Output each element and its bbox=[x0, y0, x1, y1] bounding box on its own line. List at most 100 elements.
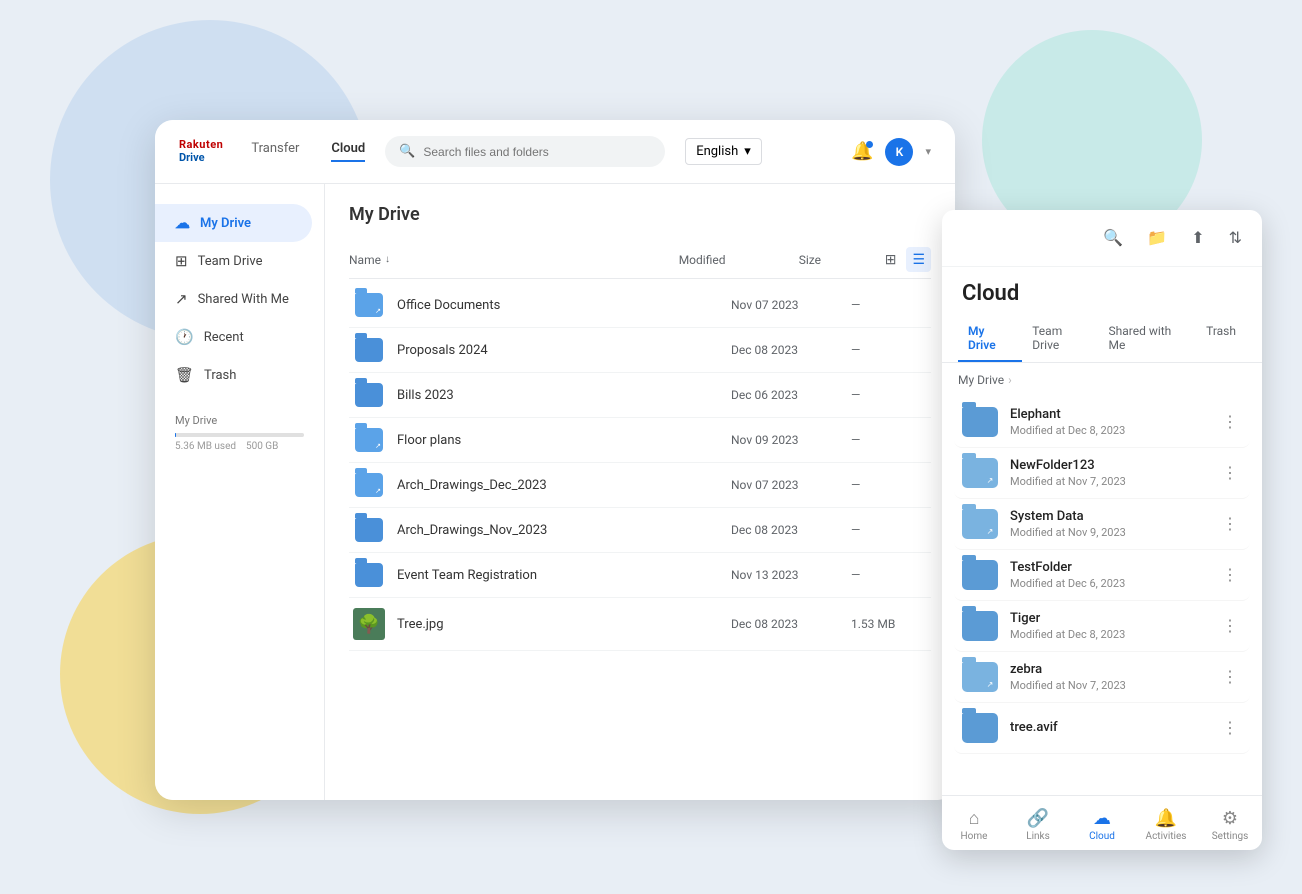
panel-file-info: TestFolder Modified at Dec 6, 2023 bbox=[998, 560, 1218, 590]
panel-tab-shared-with-me[interactable]: Shared with Me bbox=[1099, 316, 1197, 362]
file-name: Event Team Registration bbox=[389, 568, 731, 583]
list-item[interactable]: ↗ NewFolder123 Modified at Nov 7, 2023 ⋮ bbox=[954, 448, 1250, 499]
panel-folder-icon bbox=[962, 407, 998, 437]
file-icon-wrap bbox=[349, 383, 389, 407]
grid-view-button[interactable]: ⊞ bbox=[879, 247, 903, 272]
more-options-button[interactable]: ⋮ bbox=[1218, 663, 1242, 691]
panel-file-info: tree.avif bbox=[998, 720, 1218, 737]
file-name: Bills 2023 bbox=[389, 388, 731, 403]
tab-transfer[interactable]: Transfer bbox=[251, 141, 299, 162]
sidebar-label-shared: Shared With Me bbox=[198, 292, 289, 307]
sidebar-item-team-drive[interactable]: ⊞ Team Drive bbox=[155, 242, 312, 280]
table-row[interactable]: ↗ Arch_Drawings_Dec_2023 Nov 07 2023 — bbox=[349, 463, 931, 508]
file-name: Arch_Drawings_Dec_2023 bbox=[389, 478, 731, 493]
file-icon-wrap bbox=[349, 338, 389, 362]
list-view-button[interactable]: ☰ bbox=[906, 247, 931, 272]
sort-icon[interactable]: ↓ bbox=[385, 254, 390, 265]
panel-tabs: My Drive Team Drive Shared with Me Trash bbox=[942, 306, 1262, 363]
list-item[interactable]: Tiger Modified at Dec 8, 2023 ⋮ bbox=[954, 601, 1250, 652]
table-row[interactable]: ↗ Floor plans Nov 09 2023 — bbox=[349, 418, 931, 463]
panel-tab-team-drive[interactable]: Team Drive bbox=[1022, 316, 1098, 362]
file-icon-wrap: ↗ bbox=[349, 293, 389, 317]
panel-file-name: System Data bbox=[1010, 509, 1218, 524]
list-item[interactable]: ↗ System Data Modified at Nov 9, 2023 ⋮ bbox=[954, 499, 1250, 550]
logo-rakuten: Rakuten bbox=[179, 139, 223, 151]
table-row[interactable]: Event Team Registration Nov 13 2023 — bbox=[349, 553, 931, 598]
language-selector[interactable]: English ▾ bbox=[685, 138, 762, 165]
more-options-button[interactable]: ⋮ bbox=[1218, 459, 1242, 487]
user-avatar[interactable]: K bbox=[885, 138, 913, 166]
shared-icon: ↗ bbox=[175, 290, 188, 308]
search-input[interactable] bbox=[423, 145, 651, 159]
panel-file-date: Modified at Nov 7, 2023 bbox=[1010, 679, 1218, 692]
col-header-modified: Modified bbox=[679, 253, 799, 267]
more-options-button[interactable]: ⋮ bbox=[1218, 510, 1242, 538]
bottom-nav-links[interactable]: 🔗 Links bbox=[1006, 804, 1070, 846]
breadcrumb-my-drive[interactable]: My Drive bbox=[958, 373, 1004, 387]
panel-file-name: Elephant bbox=[1010, 407, 1218, 422]
file-name: Arch_Drawings_Nov_2023 bbox=[389, 523, 731, 538]
bottom-nav-home[interactable]: ⌂ Home bbox=[942, 804, 1006, 846]
file-modified: Dec 08 2023 bbox=[731, 523, 851, 537]
bottom-nav-settings[interactable]: ⚙ Settings bbox=[1198, 804, 1262, 846]
file-size: — bbox=[851, 298, 931, 312]
view-toggles: ⊞ ☰ bbox=[879, 247, 931, 272]
table-row[interactable]: Arch_Drawings_Nov_2023 Dec 08 2023 — bbox=[349, 508, 931, 553]
sidebar-item-shared-with-me[interactable]: ↗ Shared With Me bbox=[155, 280, 312, 318]
panel-file-list: Elephant Modified at Dec 8, 2023 ⋮ ↗ New… bbox=[942, 397, 1262, 795]
table-row[interactable]: 🌳 Tree.jpg Dec 08 2023 1.53 MB bbox=[349, 598, 931, 651]
home-icon: ⌂ bbox=[969, 808, 980, 829]
chevron-down-icon[interactable]: ▾ bbox=[925, 145, 931, 158]
panel-file-date: Modified at Dec 8, 2023 bbox=[1010, 628, 1218, 641]
file-icon-wrap: ↗ bbox=[349, 428, 389, 452]
notifications-button[interactable]: 🔔 bbox=[851, 141, 873, 162]
file-name: Proposals 2024 bbox=[389, 343, 731, 358]
file-size: — bbox=[851, 568, 931, 582]
more-options-button[interactable]: ⋮ bbox=[1218, 714, 1242, 742]
file-list: ↗ Office Documents Nov 07 2023 — Proposa… bbox=[349, 283, 931, 651]
panel-file-name: zebra bbox=[1010, 662, 1218, 677]
file-content: My Drive Name ↓ Modified Size ⊞ ☰ ↗ Offi… bbox=[325, 184, 955, 800]
panel-file-name: TestFolder bbox=[1010, 560, 1218, 575]
laptop-frame: Rakuten Drive Transfer Cloud 🔍 English ▾… bbox=[155, 120, 955, 800]
search-button[interactable]: 🔍 bbox=[1099, 224, 1127, 252]
cloud-icon: ☁ bbox=[1093, 808, 1111, 829]
list-item[interactable]: tree.avif ⋮ bbox=[954, 703, 1250, 754]
storage-info: My Drive 5.36 MB used 500 GB bbox=[175, 414, 304, 452]
folder-icon bbox=[355, 383, 383, 407]
panel-file-date: Modified at Dec 8, 2023 bbox=[1010, 424, 1218, 437]
col-header-name: Name ↓ bbox=[349, 253, 679, 267]
bottom-nav-cloud[interactable]: ☁ Cloud bbox=[1070, 804, 1134, 846]
folder-shared-icon: ↗ bbox=[355, 293, 383, 317]
more-options-button[interactable]: ⋮ bbox=[1218, 612, 1242, 640]
sidebar-item-my-drive[interactable]: ☁ My Drive bbox=[155, 204, 312, 242]
panel-toolbar: 🔍 📁 ⬆ ⇅ bbox=[942, 210, 1262, 267]
panel-tab-my-drive[interactable]: My Drive bbox=[958, 316, 1022, 362]
bottom-nav-activities[interactable]: 🔔 Activities bbox=[1134, 804, 1198, 846]
panel-file-date: Modified at Dec 6, 2023 bbox=[1010, 577, 1218, 590]
more-options-button[interactable]: ⋮ bbox=[1218, 561, 1242, 589]
sidebar-item-trash[interactable]: 🗑 Trash bbox=[155, 356, 312, 394]
panel-tab-trash[interactable]: Trash bbox=[1196, 316, 1246, 362]
table-row[interactable]: Proposals 2024 Dec 08 2023 — bbox=[349, 328, 931, 373]
list-item[interactable]: Elephant Modified at Dec 8, 2023 ⋮ bbox=[954, 397, 1250, 448]
my-drive-icon: ☁ bbox=[175, 214, 190, 232]
sidebar-label-trash: Trash bbox=[204, 368, 236, 383]
list-item[interactable]: ↗ zebra Modified at Nov 7, 2023 ⋮ bbox=[954, 652, 1250, 703]
panel-file-name: Tiger bbox=[1010, 611, 1218, 626]
upload-button[interactable]: ⬆ bbox=[1187, 224, 1208, 252]
list-item[interactable]: TestFolder Modified at Dec 6, 2023 ⋮ bbox=[954, 550, 1250, 601]
file-name: Tree.jpg bbox=[389, 617, 731, 632]
new-folder-button[interactable]: 📁 bbox=[1143, 224, 1171, 252]
sort-button[interactable]: ⇅ bbox=[1225, 224, 1246, 252]
panel-file-info: System Data Modified at Nov 9, 2023 bbox=[998, 509, 1218, 539]
table-row[interactable]: Bills 2023 Dec 06 2023 — bbox=[349, 373, 931, 418]
sidebar-label-recent: Recent bbox=[204, 330, 244, 345]
main-area: ☁ My Drive ⊞ Team Drive ↗ Shared With Me… bbox=[155, 184, 955, 800]
table-row[interactable]: ↗ Office Documents Nov 07 2023 — bbox=[349, 283, 931, 328]
tab-cloud[interactable]: Cloud bbox=[331, 141, 365, 162]
more-options-button[interactable]: ⋮ bbox=[1218, 408, 1242, 436]
recent-icon: 🕐 bbox=[175, 328, 194, 346]
sidebar-item-recent[interactable]: 🕐 Recent bbox=[155, 318, 312, 356]
file-size: — bbox=[851, 478, 931, 492]
